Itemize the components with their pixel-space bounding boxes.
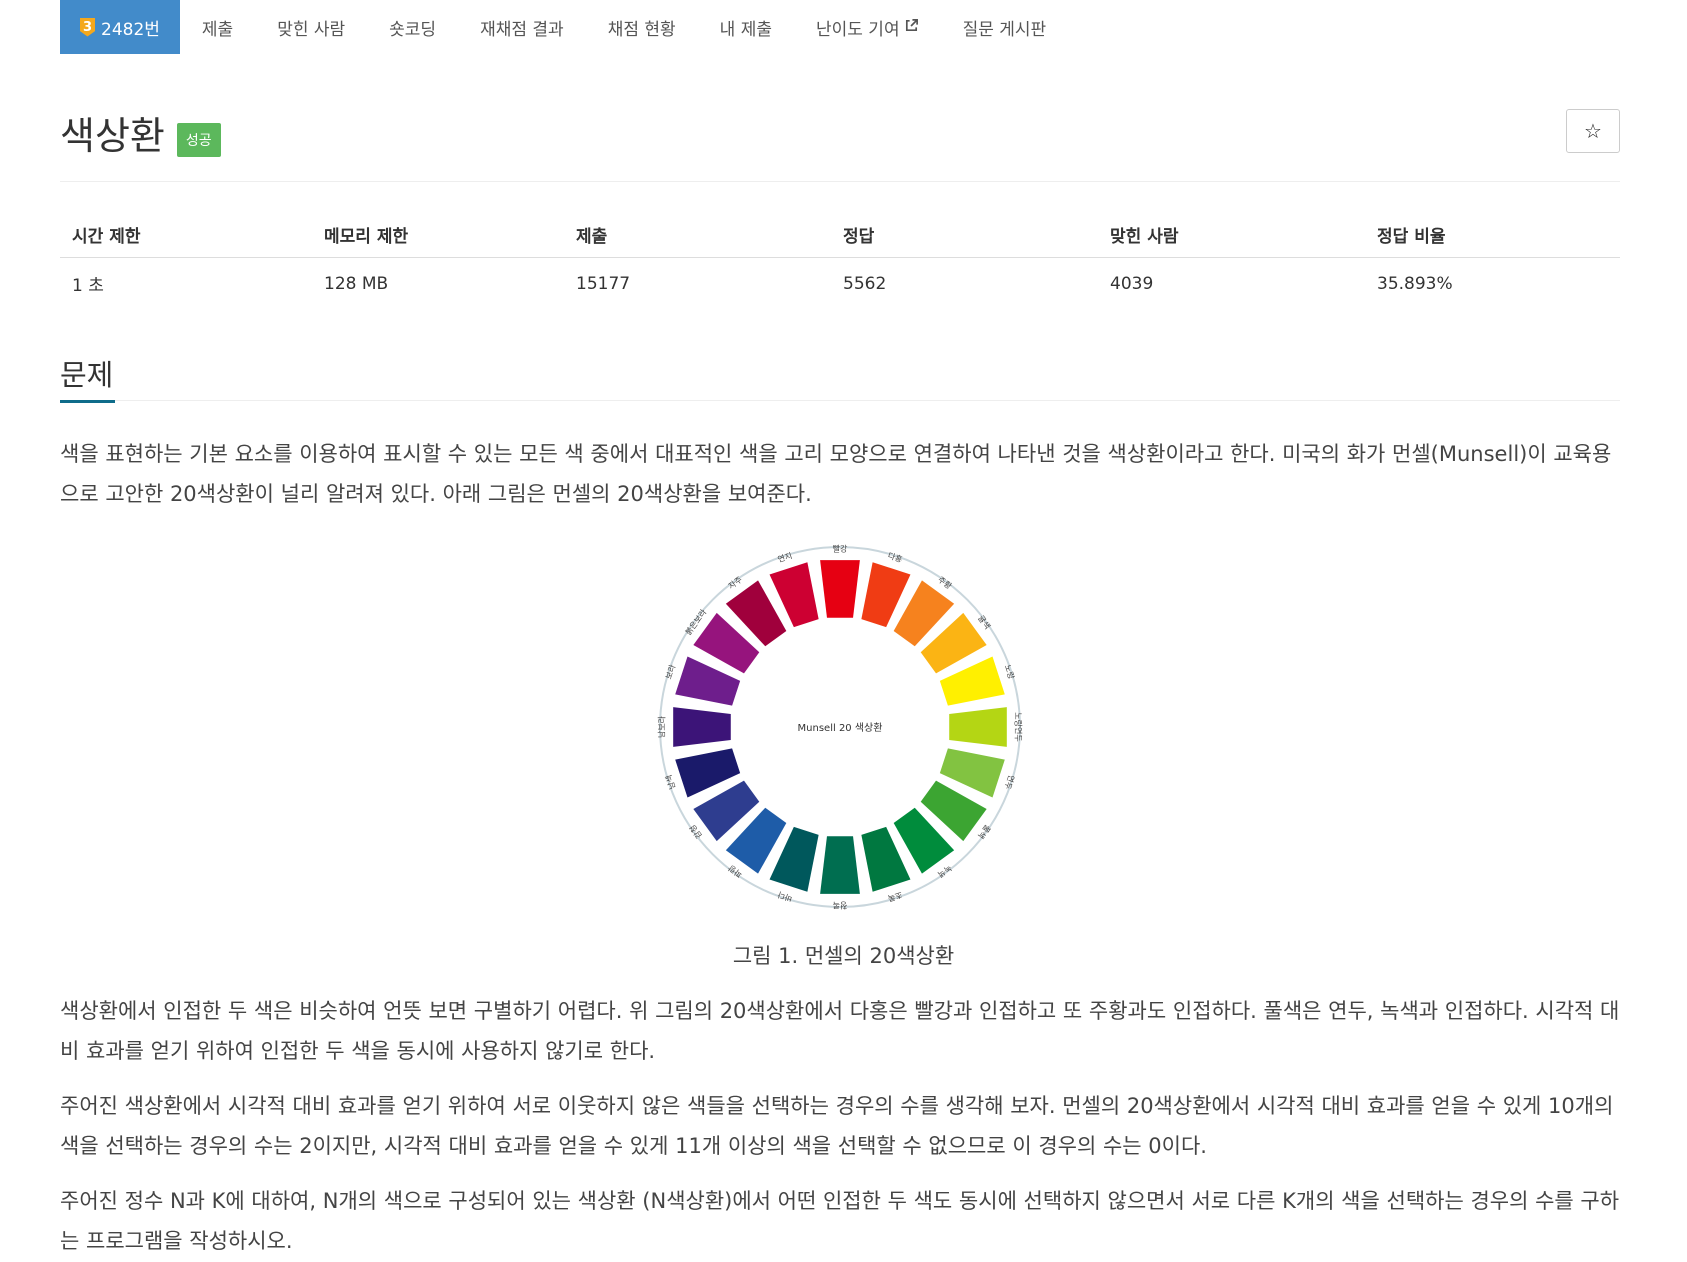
section-title: 문제 [60,358,114,392]
table-header-row: 시간 제한 메모리 제한 제출 정답 맞힌 사람 정답 비율 [60,212,1620,258]
wheel-center-label: Munsell 20 색상환 [798,722,883,734]
problem-page: 3 2482번 제출 맞힌 사람 숏코딩 재채점 결과 채점 현황 내 제출 난… [0,0,1687,1262]
value-solved-users: 4039 [1110,273,1154,294]
tab-solved-users[interactable]: 맞힌 사람 [255,0,367,54]
title-row: 색상환 성공 [60,105,221,160]
star-icon: ☆ [1584,119,1602,143]
wheel-segment-label: 남보라 [658,715,667,738]
tab-problem-number[interactable]: 3 2482번 [60,0,180,54]
header-accepted: 정답 [831,212,1098,258]
difficulty-contribution-label: 난이도 기여 [815,19,900,40]
wheel-segment [949,707,1007,747]
problem-tabs: 3 2482번 제출 맞힌 사람 숏코딩 재채점 결과 채점 현황 내 제출 난… [60,0,1068,54]
favorite-button[interactable]: ☆ [1566,109,1620,153]
external-link-icon [904,18,919,37]
problem-paragraph-3: 주어진 색상환에서 시각적 대비 효과를 얻기 위하여 서로 이웃하지 않은 색… [60,1094,1614,1158]
status-badge: 성공 [176,122,221,157]
wheel-segment [673,707,731,747]
value-time-limit: 1 초 [72,276,104,296]
problem-info-table: 시간 제한 메모리 제한 제출 정답 맞힌 사람 정답 비율 1 초 128 M… [60,212,1620,309]
problem-paragraph-4: 주어진 정수 N과 K에 대하여, N개의 색으로 구성되어 있는 색상환 (N… [60,1189,1620,1253]
header-accept-ratio: 정답 비율 [1365,212,1620,258]
tab-my-submissions[interactable]: 내 제출 [698,0,794,54]
tab-submit[interactable]: 제출 [180,0,255,54]
header-time-limit: 시간 제한 [60,212,312,258]
table-row: 1 초 128 MB 15177 5562 4039 35.893% [60,258,1620,310]
wheel-segment [820,560,860,618]
tier-badge-icon: 3 [80,17,95,37]
section-divider [115,400,1620,401]
section-underline [60,400,115,403]
problem-number-label: 2482번 [101,19,160,40]
tab-rejudge-results[interactable]: 재채점 결과 [458,0,586,54]
wheel-segment-label: 빨강 [833,544,848,554]
value-submissions: 15177 [576,273,631,294]
header-memory-limit: 메모리 제한 [312,212,564,258]
problem-paragraph-1: 색을 표현하는 기본 요소를 이용하여 표시할 수 있는 모든 색 중에서 대표… [60,442,1612,506]
problem-paragraph-2: 색상환에서 인접한 두 색은 비슷하여 언뜻 보면 구별하기 어렵다. 위 그림… [60,999,1620,1063]
value-accept-ratio: 35.893% [1377,273,1453,294]
title-divider [60,181,1620,182]
munsell-color-wheel-image: 빨강다홍주황귤색노랑노랑연두연두풀색녹색초록청록바다파랑감청남색남보라보라붉은보… [646,533,1034,921]
value-memory-limit: 128 MB [324,273,389,294]
wheel-segment-label: 청록 [833,901,848,910]
header-solved-users: 맞힌 사람 [1098,212,1365,258]
tab-status[interactable]: 채점 현황 [586,0,698,54]
tab-difficulty-contribution[interactable]: 난이도 기여 [794,0,941,54]
tab-question-board[interactable]: 질문 게시판 [941,0,1069,54]
wheel-segment-label: 노랑연두 [1014,712,1024,741]
page-title: 색상환 [60,114,165,158]
tab-short-coding[interactable]: 숏코딩 [367,0,458,54]
figure-caption: 그림 1. 먼셀의 20색상환 [732,944,955,968]
header-submissions: 제출 [564,212,831,258]
value-accepted: 5562 [843,273,887,294]
wheel-segment [820,836,860,894]
